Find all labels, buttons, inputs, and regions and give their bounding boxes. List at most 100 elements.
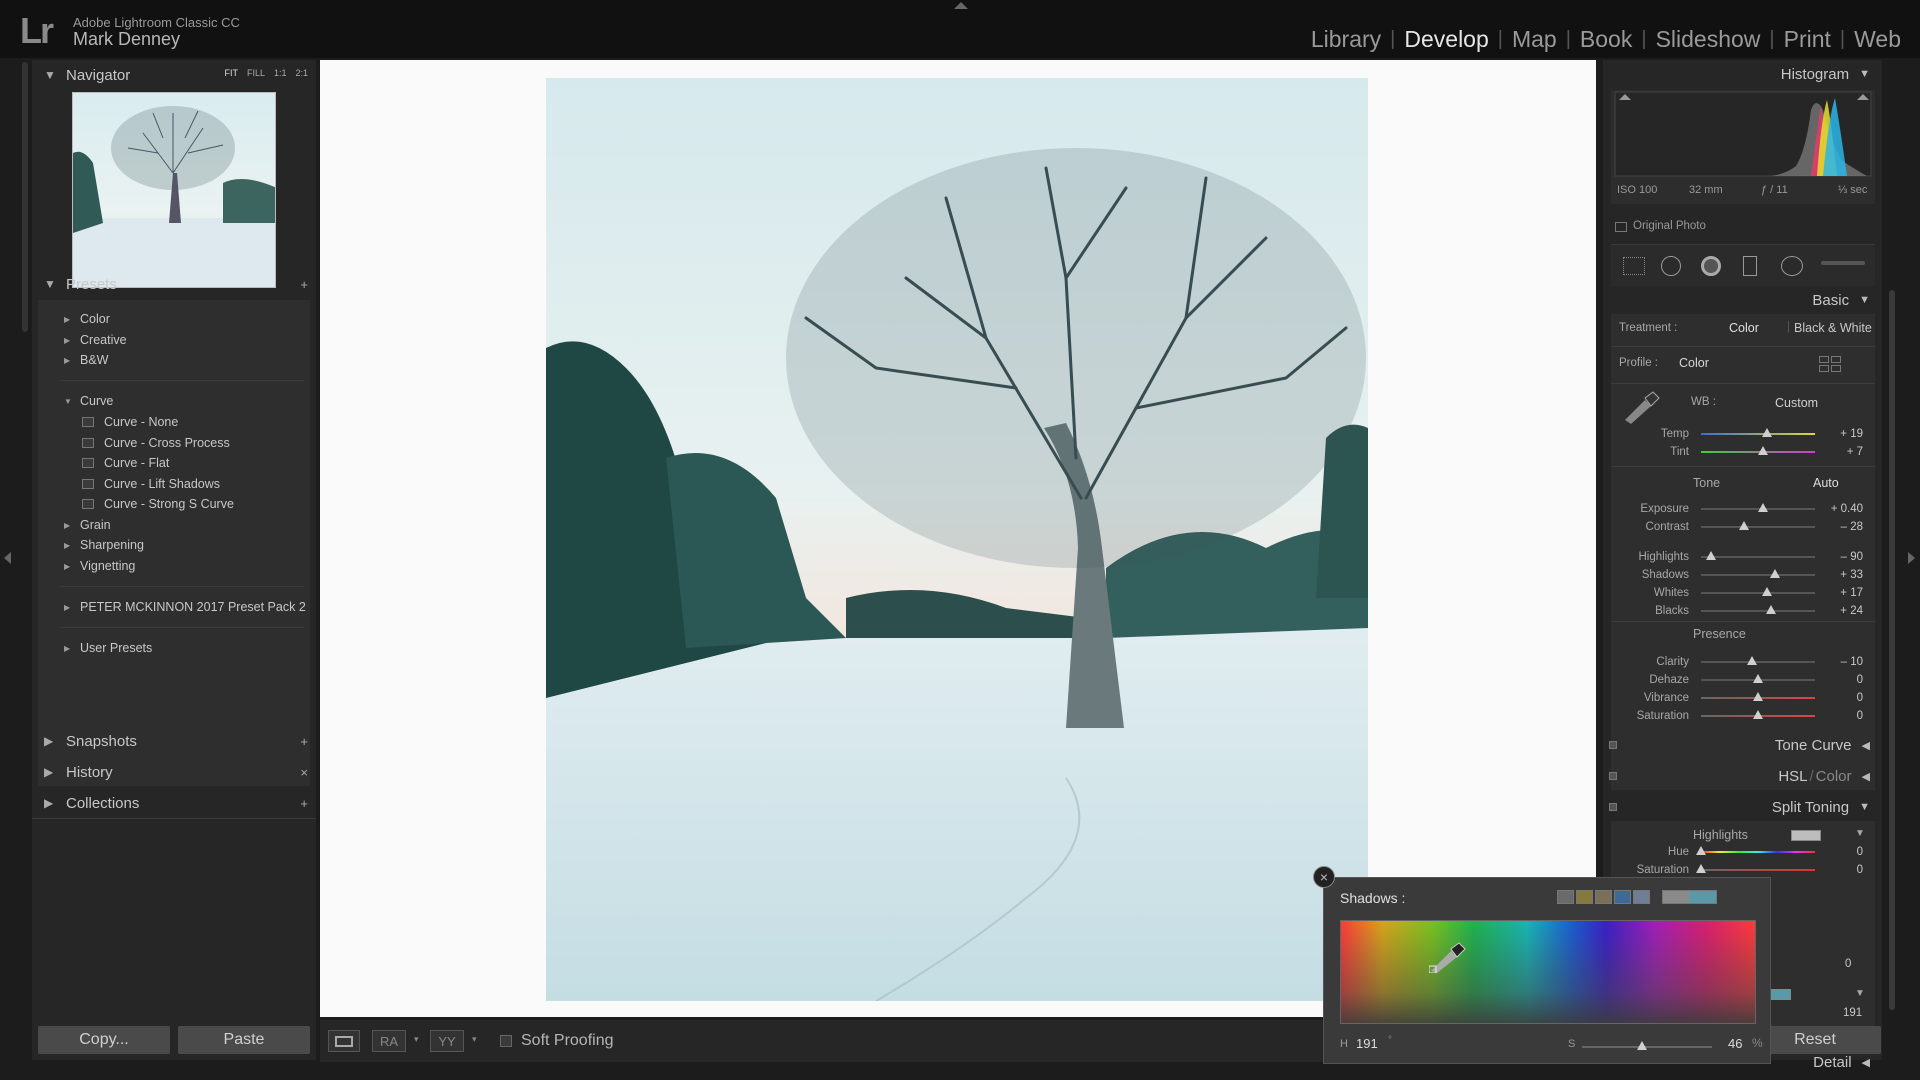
before-after-lr-button[interactable]: RA bbox=[372, 1030, 406, 1052]
soft-proofing-checkbox[interactable] bbox=[500, 1035, 512, 1047]
history-header[interactable]: ▶ History × bbox=[32, 759, 316, 785]
slider-value[interactable]: + 17 bbox=[1815, 587, 1863, 599]
st-hue-slider[interactable]: Hue 0 bbox=[1611, 846, 1863, 858]
slider-value[interactable]: + 33 bbox=[1815, 569, 1863, 581]
before-after-tb-button[interactable]: YY bbox=[430, 1030, 464, 1052]
module-library[interactable]: Library bbox=[1302, 26, 1390, 53]
navigator-header[interactable]: ▼ Navigator FIT FILL 1:1 2:1 bbox=[32, 62, 316, 88]
histogram-graph[interactable] bbox=[1611, 90, 1875, 178]
white-balance-eyedropper-icon[interactable] bbox=[1621, 390, 1661, 424]
zoom-fill[interactable]: FILL bbox=[247, 68, 265, 78]
adjustment-brush-icon[interactable] bbox=[1821, 261, 1865, 265]
slider-blacks[interactable]: Blacks + 24 bbox=[1611, 605, 1863, 617]
right-panel-toggle-icon[interactable] bbox=[1908, 552, 1915, 564]
preset-folder-grain[interactable]: ▶ Grain bbox=[64, 518, 111, 532]
module-map[interactable]: Map bbox=[1503, 26, 1566, 53]
highlights-swatch[interactable] bbox=[1791, 830, 1821, 841]
preset-curve-strong-s[interactable]: Curve - Strong S Curve bbox=[82, 497, 234, 511]
slider-thumb[interactable] bbox=[1739, 521, 1750, 530]
zoom-fit[interactable]: FIT bbox=[224, 68, 238, 78]
paste-button[interactable]: Paste bbox=[178, 1026, 310, 1054]
spot-removal-icon[interactable] bbox=[1661, 256, 1681, 276]
preset-swatch-1[interactable] bbox=[1557, 890, 1574, 904]
slider-value[interactable]: 0 bbox=[1815, 710, 1863, 722]
preset-folder-color[interactable]: ▶ Color bbox=[64, 312, 110, 326]
zoom-2-1[interactable]: 2:1 bbox=[295, 68, 308, 78]
saturation-value[interactable]: 46 bbox=[1728, 1036, 1742, 1051]
dropdown-arrow-icon[interactable]: ▾ bbox=[472, 1034, 477, 1045]
slider-clarity[interactable]: Clarity – 10 bbox=[1611, 656, 1863, 668]
module-develop[interactable]: Develop bbox=[1395, 26, 1497, 53]
preset-folder-creative[interactable]: ▶ Creative bbox=[64, 333, 127, 347]
slider-value[interactable]: 0 bbox=[1815, 674, 1863, 686]
preset-folder-curve[interactable]: ▼ Curve bbox=[64, 394, 113, 408]
color-eyedropper-icon[interactable] bbox=[1428, 939, 1469, 974]
treatment-bw-option[interactable]: Black & White bbox=[1794, 321, 1872, 335]
preset-folder-pack[interactable]: ▶ PETER MCKINNON 2017 Preset Pack 2 bbox=[64, 600, 306, 614]
collections-header[interactable]: ▶ Collections + bbox=[32, 790, 316, 816]
preset-folder-user[interactable]: ▶ User Presets bbox=[64, 641, 152, 655]
dropdown-arrow-icon[interactable]: ▾ bbox=[414, 1034, 419, 1045]
slider-vibrance[interactable]: Vibrance 0 bbox=[1611, 692, 1863, 704]
color-title[interactable]: Color bbox=[1816, 768, 1852, 785]
preset-curve-none[interactable]: Curve - None bbox=[82, 415, 178, 429]
auto-tone-button[interactable]: Auto bbox=[1813, 476, 1839, 490]
add-collection-icon[interactable]: + bbox=[300, 796, 308, 811]
left-scrollbar[interactable] bbox=[22, 62, 28, 332]
slider-shadows[interactable]: Shadows + 33 bbox=[1611, 569, 1863, 581]
slider-thumb[interactable] bbox=[1757, 503, 1768, 512]
add-snapshot-icon[interactable]: + bbox=[300, 734, 308, 749]
collapse-top-arrow-icon[interactable] bbox=[954, 2, 968, 9]
treatment-color-option[interactable]: Color bbox=[1729, 321, 1759, 335]
tone-curve-header[interactable]: Tone Curve ◀ bbox=[1603, 731, 1882, 759]
profile-browser-icon[interactable] bbox=[1819, 356, 1841, 372]
module-web[interactable]: Web bbox=[1845, 26, 1910, 53]
slider-thumb[interactable] bbox=[1757, 446, 1768, 455]
slider-tint[interactable]: Tint + 7 bbox=[1611, 446, 1863, 458]
original-photo-checkbox[interactable] bbox=[1615, 222, 1627, 232]
slider-exposure[interactable]: Exposure + 0.40 bbox=[1611, 503, 1863, 515]
preset-folder-sharpening[interactable]: ▶ Sharpening bbox=[64, 538, 144, 552]
zoom-1-1[interactable]: 1:1 bbox=[274, 68, 287, 78]
basic-header[interactable]: Basic ▼ bbox=[1603, 286, 1882, 314]
module-book[interactable]: Book bbox=[1571, 26, 1641, 53]
red-eye-icon[interactable] bbox=[1701, 256, 1721, 276]
st-saturation-slider[interactable]: Saturation 0 bbox=[1611, 864, 1863, 876]
slider-thumb[interactable] bbox=[1753, 674, 1763, 683]
graduated-filter-icon[interactable] bbox=[1743, 256, 1757, 276]
preset-folder-vignetting[interactable]: ▶ Vignetting bbox=[64, 559, 135, 573]
slider-contrast[interactable]: Contrast – 28 bbox=[1611, 521, 1863, 533]
slider-dehaze[interactable]: Dehaze 0 bbox=[1611, 674, 1863, 686]
hue-value[interactable]: 191 bbox=[1356, 1036, 1378, 1051]
preset-curve-flat[interactable]: Curve - Flat bbox=[82, 456, 169, 470]
slider-whites[interactable]: Whites + 17 bbox=[1611, 587, 1863, 599]
slider-temp[interactable]: Temp + 19 bbox=[1611, 428, 1863, 440]
slider-thumb[interactable] bbox=[1753, 710, 1763, 719]
preset-curve-lift-shadows[interactable]: Curve - Lift Shadows bbox=[82, 477, 220, 491]
add-preset-icon[interactable]: + bbox=[300, 277, 308, 292]
slider-value[interactable]: + 0.40 bbox=[1815, 503, 1863, 515]
preset-curve-cross-process[interactable]: Curve - Cross Process bbox=[82, 436, 230, 450]
slider-thumb[interactable] bbox=[1762, 587, 1773, 596]
slider-value[interactable]: + 19 bbox=[1815, 428, 1863, 440]
slider-thumb[interactable] bbox=[1765, 605, 1776, 614]
profile-select[interactable]: Color bbox=[1679, 356, 1709, 370]
slider-thumb[interactable] bbox=[1747, 656, 1758, 665]
hsl-header[interactable]: HSL / Color ◀ bbox=[1603, 762, 1882, 790]
preset-swatch-4[interactable] bbox=[1614, 890, 1631, 904]
saturation-thumb[interactable] bbox=[1637, 1041, 1647, 1050]
histogram-header[interactable]: Histogram ▼ bbox=[1603, 60, 1882, 88]
wb-select[interactable]: Custom bbox=[1775, 396, 1818, 410]
slider-thumb[interactable] bbox=[1706, 551, 1717, 560]
module-slideshow[interactable]: Slideshow bbox=[1647, 26, 1770, 53]
preset-folder-bw[interactable]: ▶ B&W bbox=[64, 353, 108, 367]
navigator-preview[interactable] bbox=[72, 92, 276, 288]
main-photo[interactable] bbox=[546, 78, 1368, 1001]
slider-value[interactable]: + 7 bbox=[1815, 446, 1863, 458]
shadows-dropdown-icon[interactable]: ▼ bbox=[1855, 988, 1865, 999]
slider-thumb[interactable] bbox=[1770, 569, 1781, 578]
slider-thumb[interactable] bbox=[1753, 692, 1763, 701]
slider-value[interactable]: – 90 bbox=[1815, 551, 1863, 563]
preset-swatch-3[interactable] bbox=[1595, 890, 1612, 904]
slider-thumb[interactable] bbox=[1762, 428, 1773, 437]
